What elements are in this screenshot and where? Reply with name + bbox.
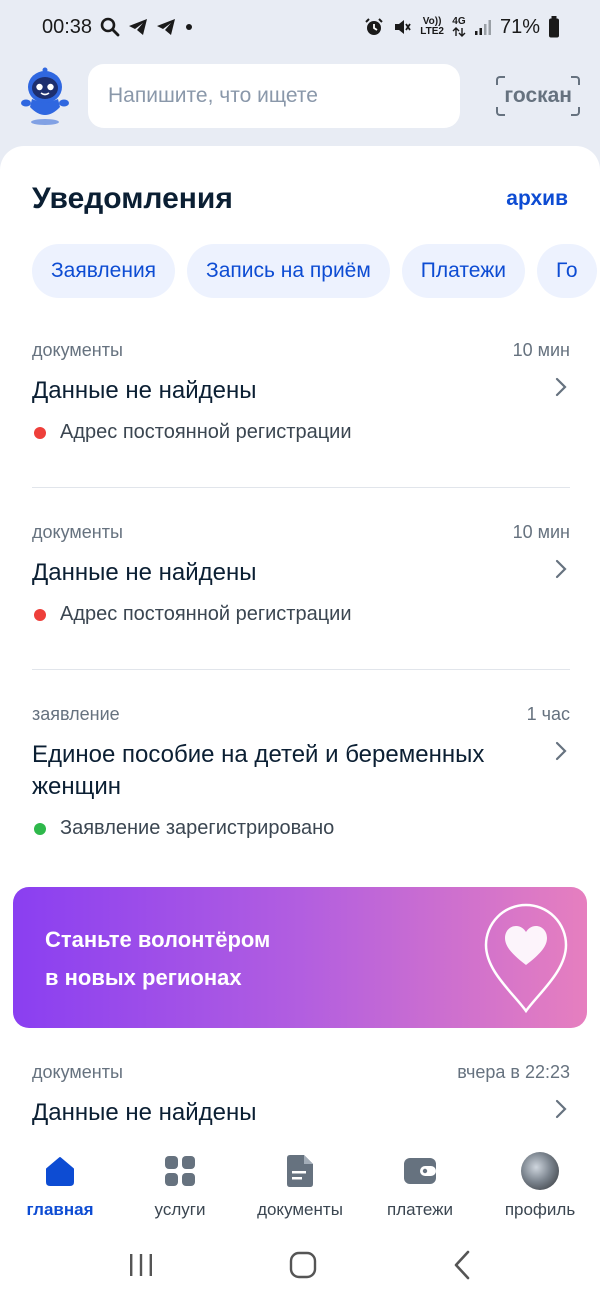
chevron-right-icon (555, 377, 567, 397)
nav-documents[interactable]: документы (240, 1152, 360, 1220)
wallet-icon (401, 1152, 439, 1190)
scan-frame-icon (571, 76, 580, 85)
page-title: Уведомления (32, 182, 233, 215)
nav-label: документы (257, 1200, 343, 1219)
robot-assistant-icon[interactable] (14, 65, 76, 127)
notification-time: вчера в 22:23 (457, 1062, 570, 1082)
notification-time: 10 мин (512, 340, 570, 360)
notification-title: Единое пособие на детей и беременных жен… (32, 741, 485, 800)
notification-category: документы (32, 340, 123, 360)
divider (32, 669, 570, 670)
chevron-right-icon (555, 1099, 567, 1119)
archive-link[interactable]: архив (506, 187, 568, 211)
telegram-icon (128, 18, 148, 36)
mute-icon (392, 17, 412, 37)
nav-payments[interactable]: платежи (360, 1152, 480, 1220)
nav-home[interactable]: главная (0, 1152, 120, 1220)
notification-item[interactable]: документы вчера в 22:23 Данные не найден… (32, 1062, 570, 1129)
nav-label: платежи (387, 1200, 453, 1219)
notification-item[interactable]: заявление 1 час Единое пособие на детей … (32, 704, 570, 840)
battery-level: 71% (499, 15, 540, 38)
nav-profile[interactable]: профиль (480, 1152, 600, 1220)
search-placeholder: Напишите, что ищете (108, 84, 318, 107)
notifications-header: Уведомления архив (32, 182, 568, 216)
signal-icon (474, 18, 492, 36)
home-icon (41, 1152, 79, 1190)
notification-category: документы (32, 1062, 123, 1082)
chevron-right-icon (555, 559, 567, 579)
nav-label: услуги (154, 1200, 206, 1219)
battery-icon (548, 16, 560, 38)
notification-item[interactable]: документы 10 мин Данные не найдены Адрес… (32, 522, 570, 626)
status-time: 00:38 (42, 15, 93, 38)
chip-appointments[interactable]: Запись на приём (187, 244, 390, 298)
notification-title: Данные не найдены (32, 1099, 257, 1126)
document-icon (281, 1152, 319, 1190)
chip-more[interactable]: Го (536, 244, 597, 298)
notification-status: Адрес постоянной регистрации (60, 421, 352, 443)
status-dot-icon (34, 822, 46, 835)
filter-chips: Заявления Запись на приём Платежи Го (32, 244, 597, 298)
network-icon: 4G (452, 17, 466, 37)
search-icon (100, 17, 120, 37)
app-header: Напишите, что ищете госкан (0, 58, 600, 134)
alarm-icon (364, 17, 384, 37)
status-dot-icon (34, 426, 46, 439)
scan-frame-icon (571, 107, 580, 116)
avatar (521, 1152, 559, 1190)
goscan-label: госкан (504, 84, 572, 107)
scan-frame-icon (496, 107, 506, 116)
notification-title: Данные не найдены (32, 559, 257, 586)
notification-time: 10 мин (512, 522, 570, 542)
notifications-panel: Уведомления архив Заявления Запись на пр… (0, 146, 600, 1138)
notification-title: Данные не найдены (32, 377, 257, 404)
volte-icon: Vo)) LTE2 (420, 16, 444, 37)
status-dot-icon (34, 608, 46, 621)
divider (32, 487, 570, 488)
promo-line-1: Станьте волонтёром (45, 927, 271, 952)
notification-item[interactable]: документы 10 мин Данные не найдены Адрес… (32, 340, 570, 444)
chevron-right-icon (555, 741, 567, 761)
nav-services[interactable]: услуги (120, 1152, 240, 1220)
promo-line-2: в новых регионах (45, 965, 242, 990)
goscan-button[interactable]: госкан (496, 76, 580, 116)
nav-label: профиль (504, 1200, 576, 1219)
search-input[interactable]: Напишите, что ищете (88, 64, 460, 128)
notification-category: документы (32, 522, 123, 542)
avatar-image (521, 1152, 559, 1190)
notification-category: заявление (32, 704, 120, 724)
scan-frame-icon (496, 76, 506, 85)
system-navigation-bar (0, 1236, 600, 1299)
chip-payments[interactable]: Платежи (401, 244, 525, 298)
notification-dot-icon (184, 22, 194, 32)
recent-apps-icon[interactable] (128, 1252, 154, 1283)
chip-applications[interactable]: Заявления (32, 244, 176, 298)
heart-pin-icon (484, 903, 568, 1014)
bottom-navigation: главная услуги документы платежи профиль (0, 1138, 600, 1236)
nav-label: главная (26, 1200, 94, 1219)
status-bar: 00:38 Vo)) LTE2 4G 71% (0, 0, 600, 54)
volunteer-promo-banner[interactable]: Станьте волонтёром в новых регионах (13, 887, 587, 1028)
home-button-icon[interactable] (289, 1251, 317, 1284)
telegram-icon (156, 18, 176, 36)
notification-status: Адрес постоянной регистрации (60, 603, 352, 625)
back-icon[interactable] (452, 1250, 472, 1285)
notification-status: Заявление зарегистрировано (60, 817, 335, 839)
notification-time: 1 час (526, 704, 570, 724)
grid-icon (161, 1152, 199, 1190)
